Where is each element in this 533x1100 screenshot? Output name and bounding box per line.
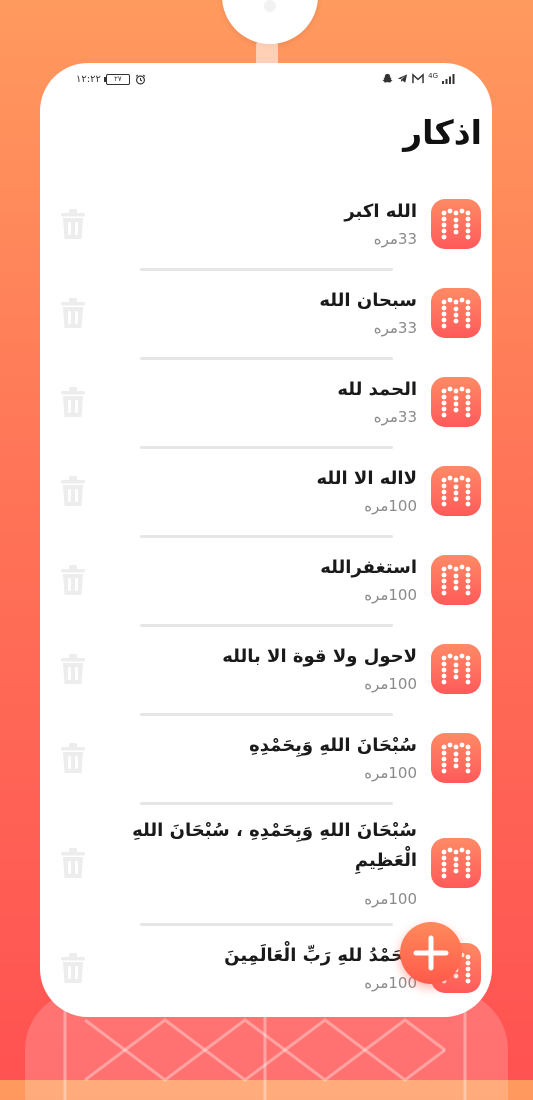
trash-icon[interactable] [58, 846, 88, 880]
dhikr-count: 100مره [364, 586, 417, 604]
trash-icon[interactable] [58, 741, 88, 775]
signal-bars-icon [442, 74, 455, 84]
alarm-clock-icon [135, 74, 146, 85]
list-item[interactable]: سبحان الله 33مره [40, 272, 492, 361]
tasbih-icon [431, 199, 481, 249]
gmail-icon [412, 73, 424, 84]
trash-icon[interactable] [58, 474, 88, 508]
dhikr-name: الْحَمْدُ للهِ رَبِّ الْعَالَمِينَ [224, 945, 417, 966]
network-type: 4G [428, 71, 438, 80]
dhikr-count: 100مره [364, 890, 417, 908]
dhikr-name: سُبْحَانَ اللهِ وَبِحَمْدِهِ [249, 735, 417, 756]
row-divider [140, 923, 393, 926]
status-time: ۱۲:۲۲ [76, 74, 101, 85]
row-divider [140, 535, 393, 538]
tasbih-icon [431, 644, 481, 694]
dhikr-count: 100مره [364, 764, 417, 782]
row-divider [140, 268, 393, 271]
trash-icon[interactable] [58, 207, 88, 241]
tasbih-icon [431, 733, 481, 783]
row-divider [140, 713, 393, 716]
tasbih-icon [431, 377, 481, 427]
top-decoration-stem [256, 36, 278, 66]
dhikr-name: لاحول ولا قوة الا بالله [222, 646, 417, 667]
list-item[interactable]: لااله الا الله 100مره [40, 450, 492, 539]
trash-icon[interactable] [58, 296, 88, 330]
dhikr-count: 100مره [364, 974, 417, 992]
main-card: ۱۲:۲۲ ۲۷ 4G اذكار الله اكبر 33مره سبحان … [40, 63, 492, 1017]
add-dhikr-button[interactable] [400, 922, 462, 984]
dhikr-count: 33مره [373, 408, 417, 426]
dhikr-name: الحمد لله [337, 379, 417, 400]
status-right: 4G [382, 71, 456, 84]
plus-icon [413, 935, 449, 971]
row-divider [140, 357, 393, 360]
dhikr-name: سُبْحَانَ اللهِ وَبِحَمْدِهِ ، سُبْحَانَ… [132, 820, 417, 871]
dhikr-name: استغفرالله [320, 557, 417, 578]
tasbih-icon [431, 288, 481, 338]
battery-level: ۲۷ [114, 75, 122, 83]
snapchat-icon [382, 73, 393, 83]
status-bar: ۱۲:۲۲ ۲۷ 4G [40, 63, 492, 97]
dhikr-name: الله اكبر [344, 201, 417, 222]
list-item[interactable]: الحمد لله 33مره [40, 361, 492, 450]
telegram-icon [398, 74, 408, 83]
tasbih-icon [431, 466, 481, 516]
row-divider [140, 446, 393, 449]
dhikr-count: 33مره [373, 319, 417, 337]
tasbih-icon [431, 838, 481, 888]
dhikr-name: سبحان الله [319, 290, 417, 311]
dhikr-count: 100مره [364, 675, 417, 693]
page-title: اذكار [403, 113, 482, 152]
knob-dot [264, 0, 276, 12]
trash-icon[interactable] [58, 951, 88, 985]
row-divider [140, 624, 393, 627]
list-item[interactable]: سُبْحَانَ اللهِ وَبِحَمْدِهِ ، سُبْحَانَ… [40, 806, 492, 927]
status-left: ۱۲:۲۲ ۲۷ [76, 74, 146, 85]
list-item[interactable]: لاحول ولا قوة الا بالله 100مره [40, 628, 492, 717]
list-item[interactable]: سُبْحَانَ اللهِ وَبِحَمْدِهِ 100مره [40, 717, 492, 806]
trash-icon[interactable] [58, 385, 88, 419]
trash-icon[interactable] [58, 652, 88, 686]
list-item[interactable]: الله اكبر 33مره [40, 183, 492, 272]
dhikr-name: لااله الا الله [316, 468, 417, 489]
tasbih-icon [431, 555, 481, 605]
list-item[interactable]: استغفرالله 100مره [40, 539, 492, 628]
trash-icon[interactable] [58, 563, 88, 597]
dhikr-count: 33مره [373, 230, 417, 248]
row-divider [140, 802, 393, 805]
dhikr-count: 100مره [364, 497, 417, 515]
battery-icon: ۲۷ [103, 74, 130, 85]
